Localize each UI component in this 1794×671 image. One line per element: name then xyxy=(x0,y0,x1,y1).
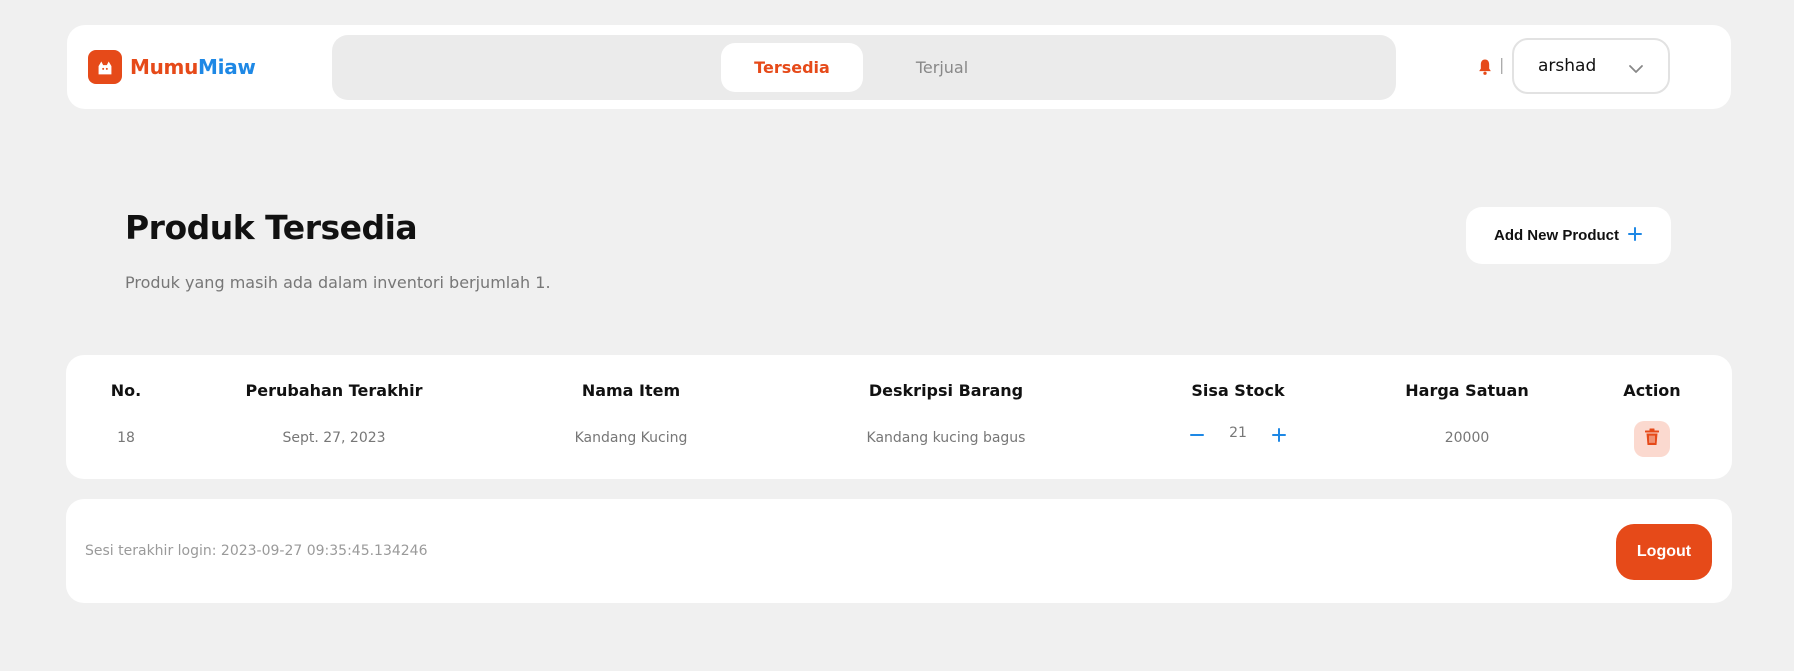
cat-icon xyxy=(88,50,122,84)
delete-button[interactable] xyxy=(1634,421,1670,457)
session-info: Sesi terakhir login: 2023-09-27 09:35:45… xyxy=(85,543,428,559)
brand-name-part2: Miaw xyxy=(198,55,256,79)
brand-name: MumuMiaw xyxy=(130,55,256,79)
trash-icon xyxy=(1644,428,1660,450)
chevron-down-icon xyxy=(1628,60,1644,80)
cell-price: 20000 xyxy=(1444,430,1490,446)
header-last-change: Perubahan Terakhir xyxy=(245,381,423,400)
user-name: arshad xyxy=(1538,56,1597,76)
page-title: Produk Tersedia xyxy=(125,208,418,247)
product-table: No. Perubahan Terakhir Nama Item Deskrip… xyxy=(66,355,1732,479)
header-no: No. xyxy=(110,381,142,400)
tab-tersedia[interactable]: Tersedia xyxy=(721,43,863,92)
user-dropdown[interactable]: arshad xyxy=(1512,38,1670,94)
header-stock: Sisa Stock xyxy=(1191,381,1285,400)
brand[interactable]: MumuMiaw xyxy=(88,50,256,84)
header-unit-price: Harga Satuan xyxy=(1405,381,1529,400)
cell-no: 18 xyxy=(117,430,135,446)
tab-bar: Tersedia Terjual xyxy=(332,35,1396,100)
footer: Sesi terakhir login: 2023-09-27 09:35:45… xyxy=(66,499,1732,603)
stock-stepper: 21 xyxy=(1189,421,1287,449)
cell-item-name: Kandang Kucing xyxy=(574,430,688,446)
stock-value: 21 xyxy=(1229,425,1247,441)
add-new-product-button[interactable]: Add New Product xyxy=(1466,207,1671,264)
add-new-product-label: Add New Product xyxy=(1493,227,1619,244)
tab-terjual[interactable]: Terjual xyxy=(863,43,1021,92)
brand-name-part1: Mumu xyxy=(130,55,199,79)
page-subtitle: Produk yang masih ada dalam inventori be… xyxy=(125,273,551,292)
header-description: Deskripsi Barang xyxy=(868,381,1024,400)
plus-icon xyxy=(1627,226,1643,246)
minus-icon[interactable] xyxy=(1189,427,1205,443)
cell-date: Sept. 27, 2023 xyxy=(282,430,386,446)
separator: | xyxy=(1499,55,1505,74)
bell-icon[interactable] xyxy=(1475,57,1495,77)
logout-button[interactable]: Logout xyxy=(1616,524,1712,580)
plus-icon[interactable] xyxy=(1271,427,1287,443)
cell-description: Kandang kucing bagus xyxy=(866,430,1026,446)
header-item-name: Nama Item xyxy=(581,381,681,400)
header-action: Action xyxy=(1623,381,1681,400)
navbar: MumuMiaw Tersedia Terjual | arshad xyxy=(67,25,1731,109)
